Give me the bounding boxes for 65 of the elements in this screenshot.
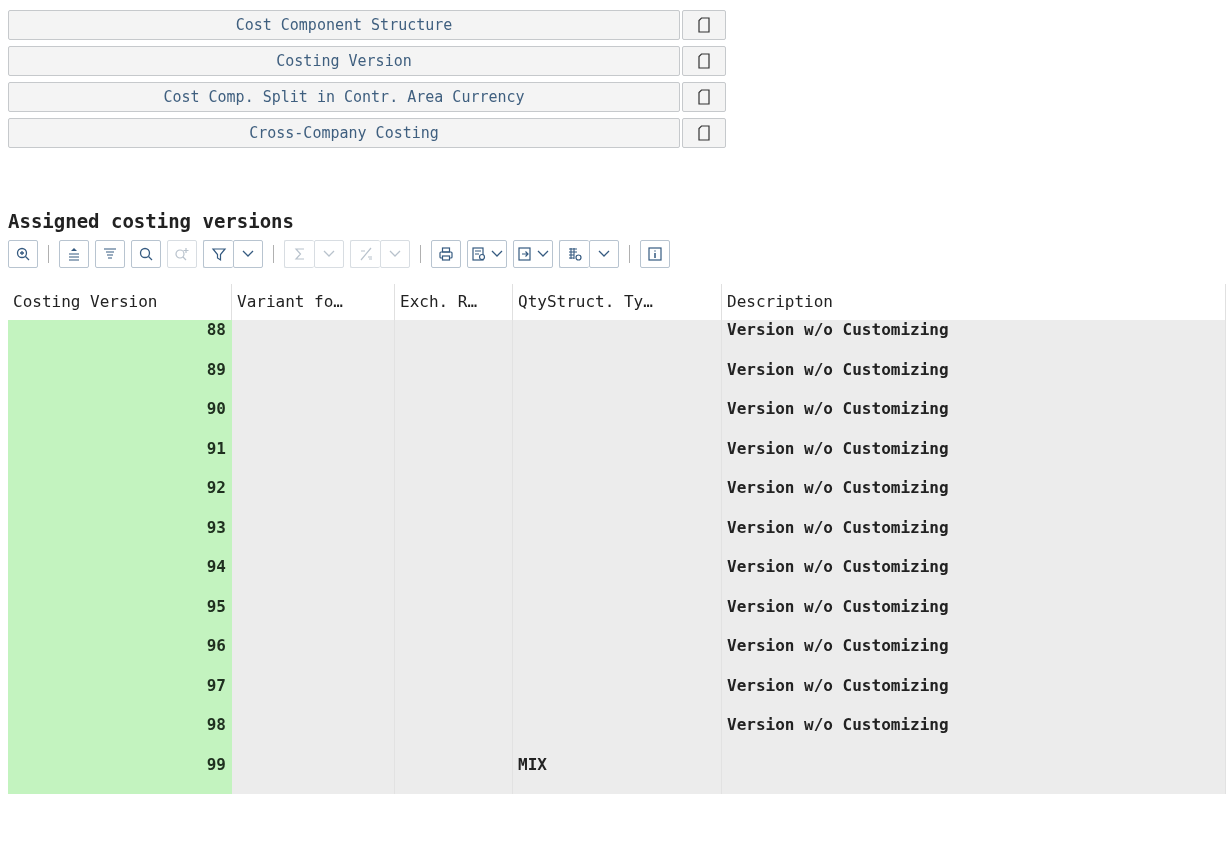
table-cell: Version w/o Customizing bbox=[722, 399, 1226, 439]
page-button[interactable] bbox=[682, 10, 726, 40]
caret-icon bbox=[242, 250, 254, 258]
table-cell: Version w/o Customizing bbox=[722, 636, 1226, 676]
table-cell: Version w/o Customizing bbox=[722, 320, 1226, 360]
table-cell: 88 bbox=[8, 320, 232, 360]
action-button[interactable]: Costing Version bbox=[8, 46, 680, 76]
table-cell: 91 bbox=[8, 438, 232, 478]
sort-ascending-button[interactable] bbox=[59, 240, 89, 268]
caret-icon bbox=[537, 250, 549, 258]
caret-icon bbox=[323, 250, 335, 258]
table-cell: Version w/o Customizing bbox=[722, 359, 1226, 399]
zoom-icon bbox=[15, 246, 31, 262]
table-cell: Version w/o Customizing bbox=[722, 596, 1226, 636]
sort-descending-icon bbox=[102, 246, 118, 262]
filter-icon bbox=[210, 246, 227, 262]
sort-ascending-icon bbox=[66, 246, 82, 262]
page-icon bbox=[698, 17, 710, 33]
table-cell: 92 bbox=[8, 478, 232, 518]
page-icon bbox=[698, 89, 710, 105]
caret-icon bbox=[598, 250, 610, 258]
table-cell: 99 bbox=[8, 754, 232, 794]
view-menu-button[interactable] bbox=[467, 240, 507, 268]
table-cell: Version w/o Customizing bbox=[722, 675, 1226, 715]
table-cell: Version w/o Customizing bbox=[722, 438, 1226, 478]
table-cell: Version w/o Customizing bbox=[722, 557, 1226, 597]
table-cell: 98 bbox=[8, 715, 232, 755]
page-button[interactable] bbox=[682, 118, 726, 148]
section-title: Assigned costing versions bbox=[8, 210, 294, 232]
filter-button[interactable] bbox=[203, 240, 233, 268]
table-cell: Version w/o Customizing bbox=[722, 478, 1226, 518]
export-menu-button[interactable] bbox=[513, 240, 553, 268]
page-button[interactable] bbox=[682, 82, 726, 112]
table-cell: 93 bbox=[8, 517, 232, 557]
caret-icon bbox=[389, 250, 401, 258]
table-cell: MIX bbox=[513, 754, 722, 794]
action-button[interactable]: Cost Comp. Split in Contr. Area Currency bbox=[8, 82, 680, 112]
table-cell: 90 bbox=[8, 399, 232, 439]
search-icon bbox=[138, 246, 154, 262]
layout-icon bbox=[566, 246, 583, 262]
table-cell: 96 bbox=[8, 636, 232, 676]
zoom-button[interactable] bbox=[8, 240, 38, 268]
table-cell: 97 bbox=[8, 675, 232, 715]
export-icon bbox=[517, 246, 533, 262]
dropdown-button[interactable] bbox=[589, 240, 619, 268]
page-button[interactable] bbox=[682, 46, 726, 76]
layout-button[interactable] bbox=[559, 240, 589, 268]
info-button[interactable] bbox=[640, 240, 670, 268]
action-button[interactable]: Cross-Company Costing bbox=[8, 118, 680, 148]
table-cell: Version w/o Customizing bbox=[722, 715, 1226, 755]
page-icon bbox=[698, 125, 710, 141]
action-button[interactable]: Cost Component Structure bbox=[8, 10, 680, 40]
page-icon bbox=[698, 53, 710, 69]
sort-descending-button[interactable] bbox=[95, 240, 125, 268]
view-icon bbox=[471, 246, 487, 262]
printer-button[interactable] bbox=[431, 240, 461, 268]
table-cell: 94 bbox=[8, 557, 232, 597]
table-cell: 89 bbox=[8, 359, 232, 399]
printer-icon bbox=[438, 246, 454, 262]
info-icon bbox=[647, 246, 663, 262]
table-cell: Version w/o Customizing bbox=[722, 517, 1226, 557]
search-button[interactable] bbox=[131, 240, 161, 268]
caret-icon bbox=[491, 250, 503, 258]
search-next-icon bbox=[174, 246, 190, 262]
table-cell: 95 bbox=[8, 596, 232, 636]
